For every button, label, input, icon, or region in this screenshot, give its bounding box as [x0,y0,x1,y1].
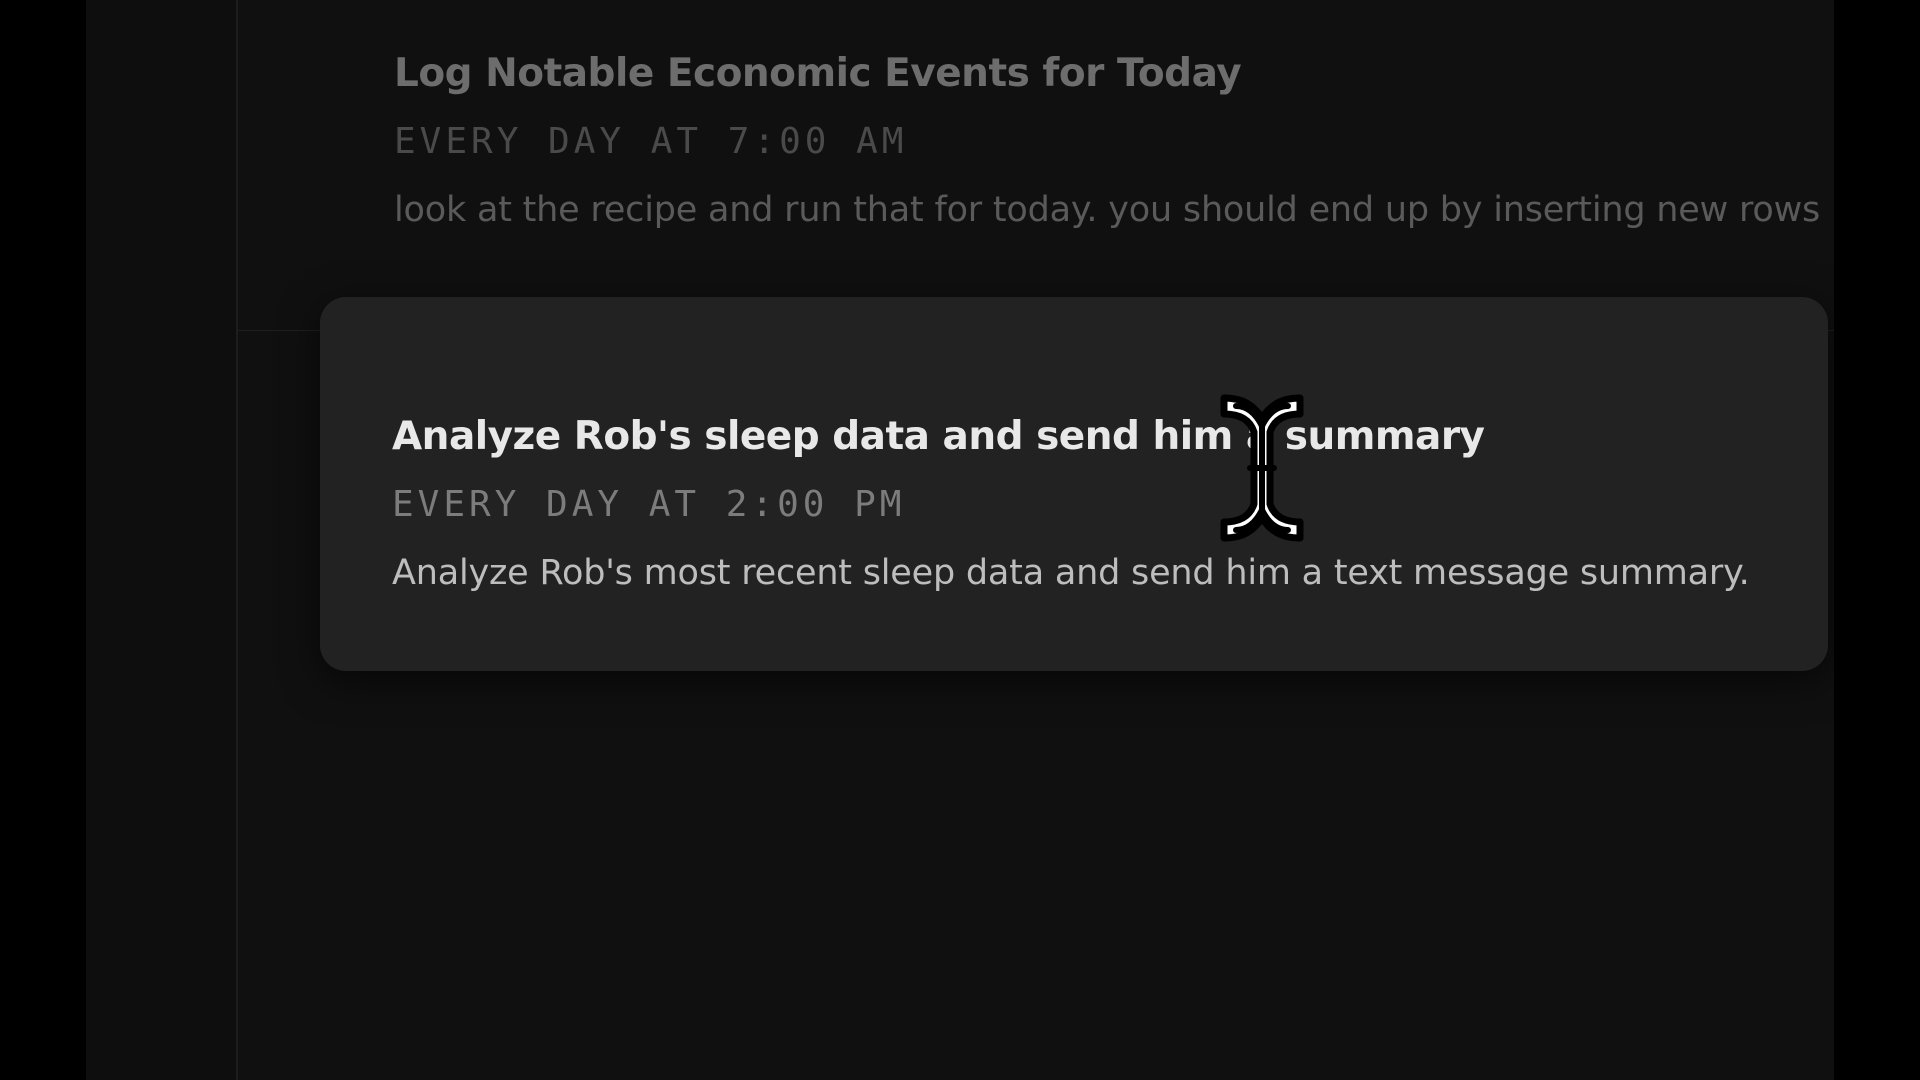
task-description: look at the recipe and run that for toda… [394,190,1834,230]
task-title: Analyze Rob's sleep data and send him a … [392,414,1485,459]
task-item-economic-events[interactable]: Log Notable Economic Events for Today EV… [238,50,1834,330]
screen: Log Notable Economic Events for Today EV… [0,0,1920,1080]
task-item-sleep-summary[interactable]: Analyze Rob's sleep data and send him a … [320,297,1828,671]
task-description: Analyze Rob's most recent sleep data and… [392,553,1750,593]
task-title: Log Notable Economic Events for Today [394,51,1242,96]
app-window: Log Notable Economic Events for Today EV… [86,0,1834,1080]
task-schedule: EVERY DAY AT 7:00 AM [394,121,908,162]
sidebar [86,0,238,1080]
task-schedule: EVERY DAY AT 2:00 PM [392,484,906,525]
